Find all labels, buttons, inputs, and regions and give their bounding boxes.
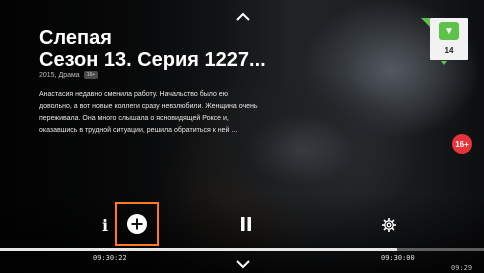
channel-pointer [441, 61, 447, 65]
show-description: Анастасия недавно сменила работу. Началь… [39, 91, 258, 134]
current-time: 09:30:22 [93, 254, 127, 262]
system-clock: 09:29 [451, 264, 473, 272]
age-badge-small: 16+ [83, 71, 99, 79]
year-genre: 2015, Драма [39, 71, 80, 79]
player-screen: Слепая Сезон 13. Серия 1227... 2015, Дра… [0, 0, 484, 273]
progress-bar[interactable] [0, 248, 484, 251]
show-title: Слепая [39, 27, 112, 49]
show-meta: 2015, Драма 16+ [39, 71, 99, 79]
channel-card[interactable]: ▼ 14 [430, 18, 468, 60]
plus-circle-icon [127, 214, 147, 234]
pause-icon[interactable] [240, 216, 252, 232]
add-to-favorites-button[interactable] [115, 202, 159, 246]
info-button[interactable]: i [98, 214, 112, 236]
channel-corner-triangle [421, 18, 430, 27]
chevron-down-icon[interactable] [236, 259, 250, 269]
chevron-up-icon[interactable] [236, 12, 250, 22]
end-time: 09:30:00 [381, 254, 415, 262]
progress-fill [0, 248, 397, 251]
episode-title: Сезон 13. Серия 1227... [39, 49, 266, 71]
age-rating-badge: 16+ [452, 134, 472, 154]
channel-number: 14 [444, 46, 454, 55]
channel-logo-icon: ▼ [439, 22, 459, 40]
gear-icon[interactable] [381, 217, 397, 233]
